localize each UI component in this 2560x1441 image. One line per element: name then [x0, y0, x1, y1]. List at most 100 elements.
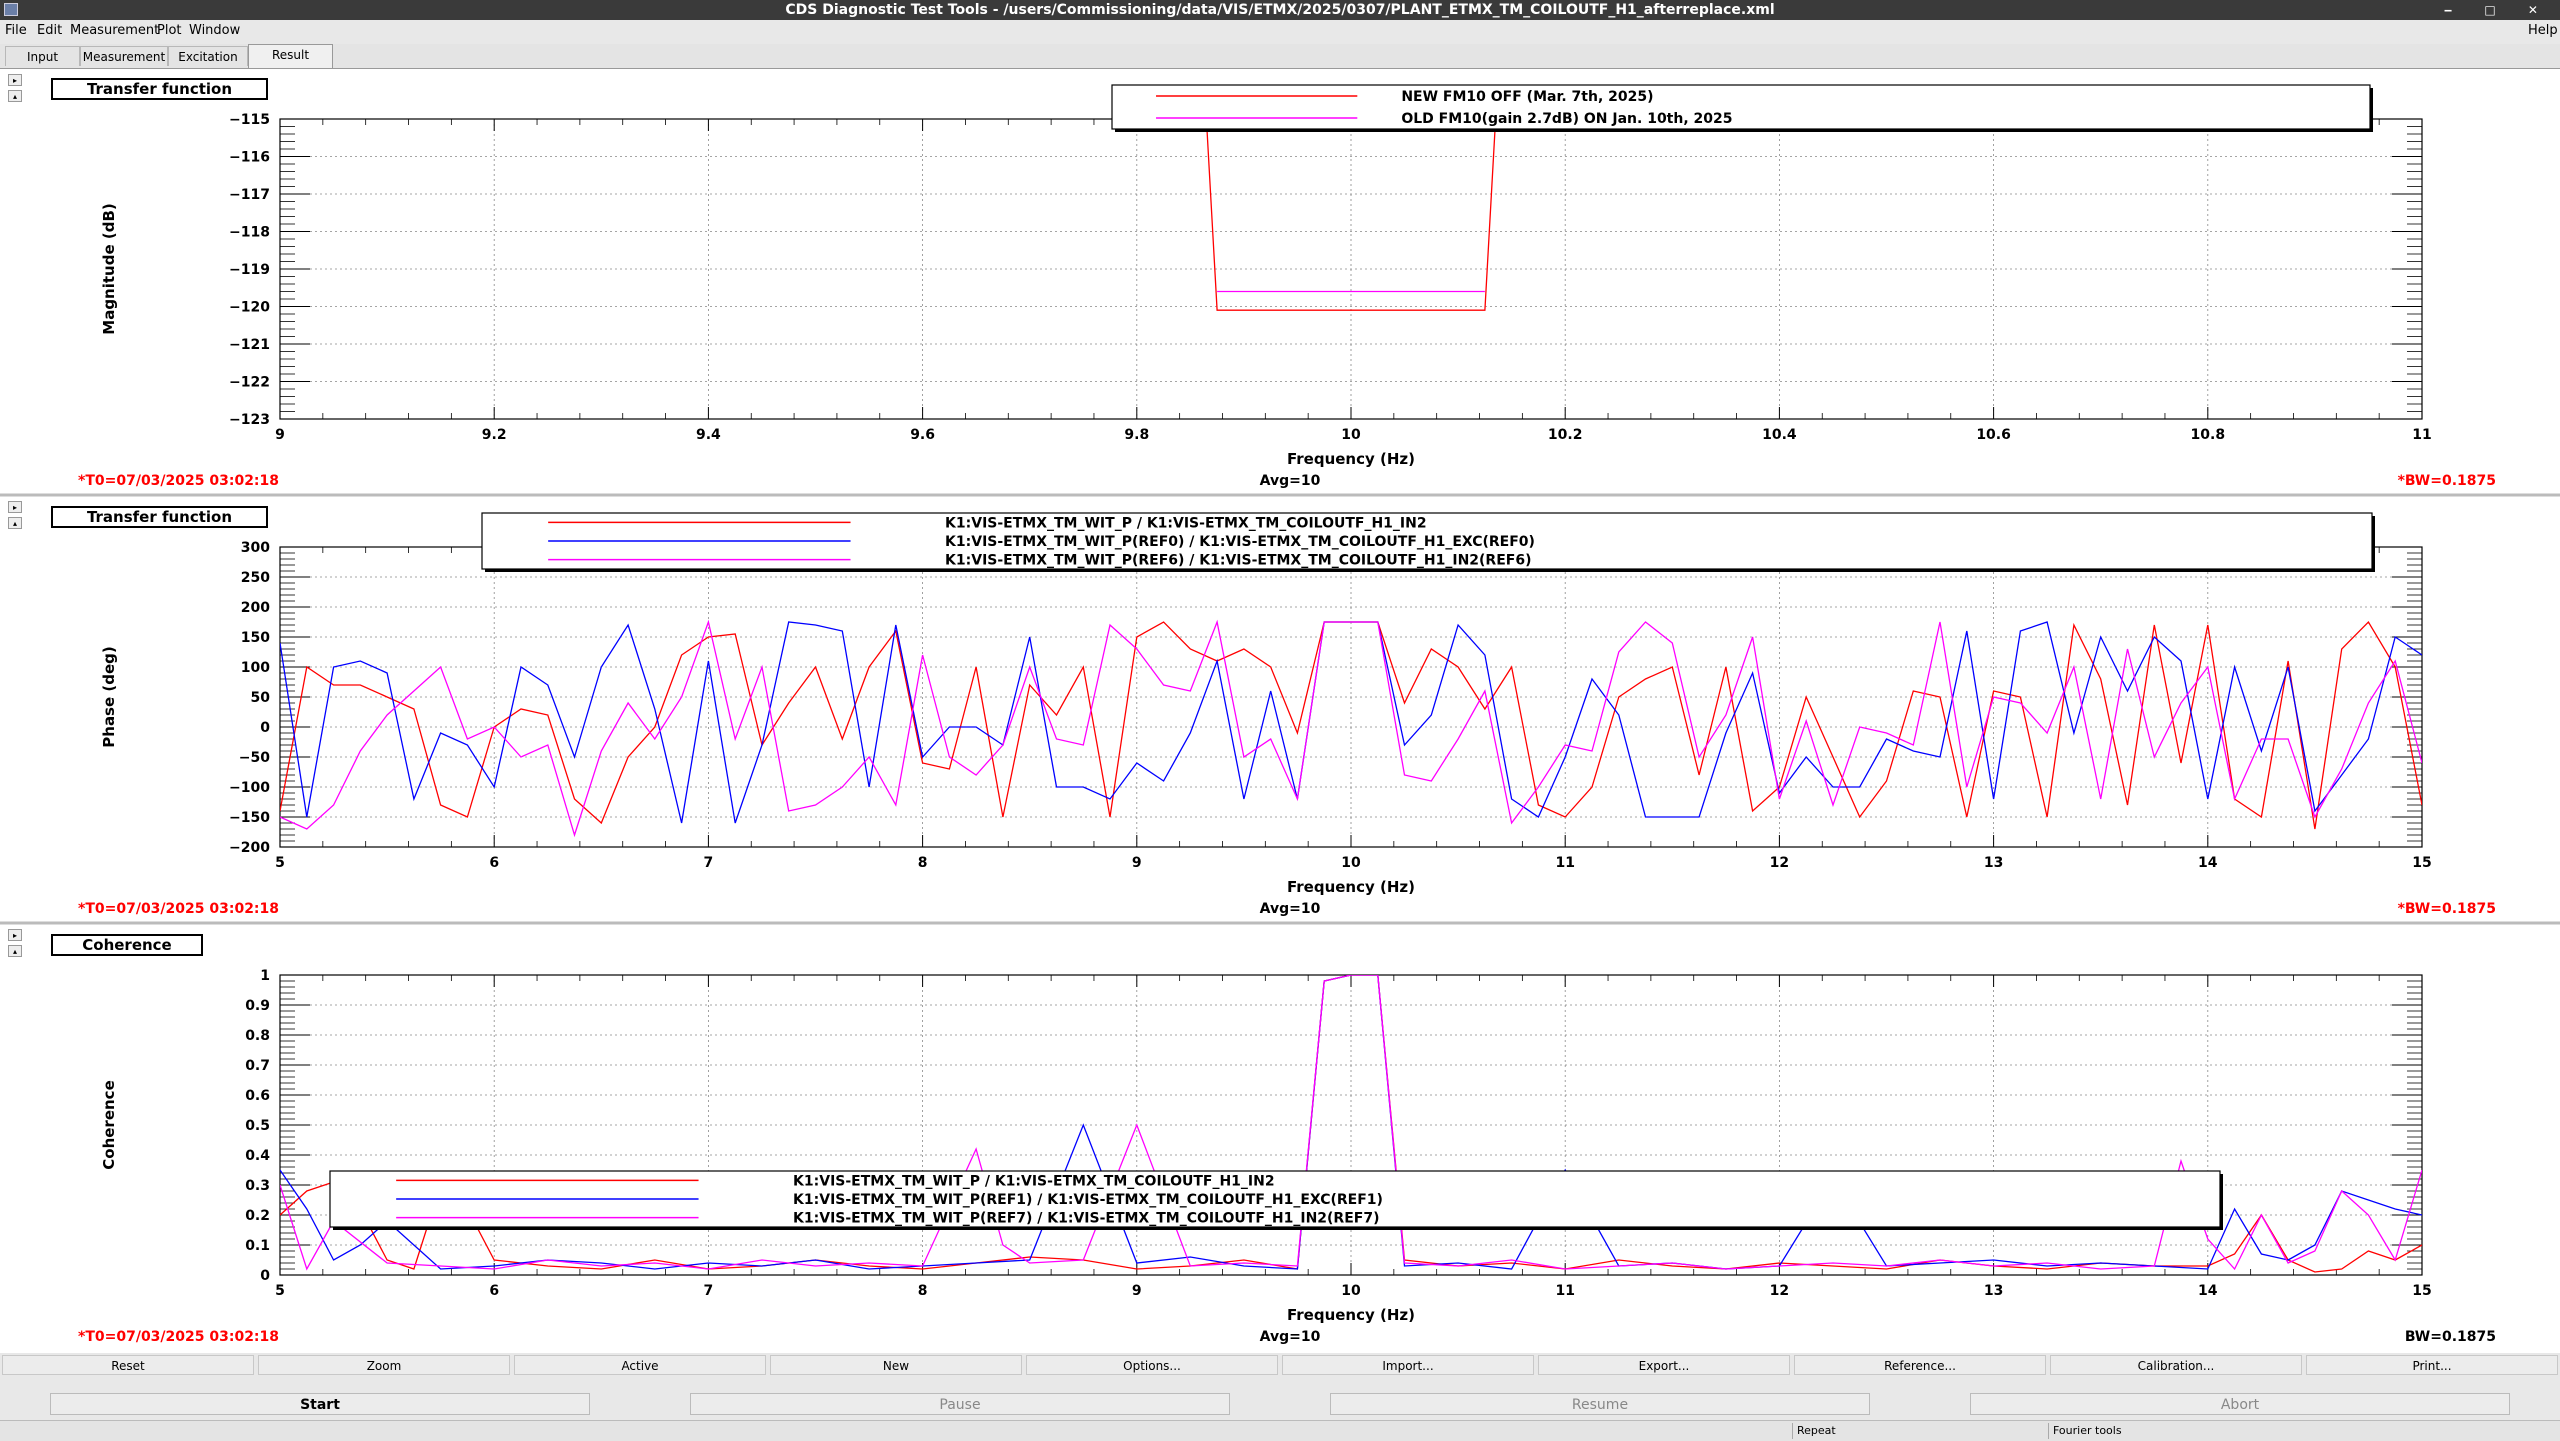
bw-label: BW=0.1875: [2405, 1329, 2496, 1345]
resume-button[interactable]: Resume: [1330, 1393, 1870, 1415]
y-tick-label: 1: [260, 968, 270, 984]
y-tick-label: −122: [229, 375, 270, 391]
tab-input[interactable]: Input: [5, 46, 80, 66]
tab-result[interactable]: Result: [248, 44, 333, 68]
x-tick-label: 9.6: [910, 427, 935, 443]
menu-help[interactable]: Help: [2528, 23, 2558, 38]
print-button[interactable]: Print...: [2306, 1355, 2558, 1375]
menu-plot[interactable]: Plot: [157, 23, 182, 38]
y-tick-label: 0: [260, 1268, 270, 1284]
legend-label: K1:VIS-ETMX_TM_WIT_P(REF7) / K1:VIS-ETMX…: [793, 1211, 1379, 1227]
t0-label: *T0=07/03/2025 03:02:18: [78, 901, 279, 917]
y-tick-label: 200: [241, 600, 270, 616]
panel-title: Coherence: [82, 936, 171, 954]
panel-title: Transfer function: [87, 80, 232, 98]
menu-bar: File Edit Measurement Plot Window Help: [0, 20, 2560, 42]
y-tick-label: −200: [229, 840, 270, 856]
y-tick-label: 0.6: [245, 1088, 270, 1104]
x-tick-label: 10: [1341, 855, 1361, 871]
x-axis-label: Frequency (Hz): [1287, 878, 1415, 896]
x-tick-label: 11: [1555, 855, 1574, 871]
x-tick-label: 8: [918, 855, 928, 871]
x-tick-label: 12: [1770, 1283, 1789, 1299]
menu-file[interactable]: File: [5, 23, 27, 38]
zoom-button[interactable]: Zoom: [258, 1355, 510, 1375]
y-tick-label: −123: [229, 412, 270, 428]
x-tick-label: 9: [1132, 1283, 1142, 1299]
window-controls[interactable]: ‒ □ ✕: [2444, 0, 2552, 20]
t0-label: *T0=07/03/2025 03:02:18: [78, 1329, 279, 1345]
menu-measurement[interactable]: Measurement: [70, 23, 159, 38]
y-tick-label: −116: [229, 150, 270, 166]
legend[interactable]: NEW FM10 OFF (Mar. 7th, 2025) OLD FM10(ga…: [1111, 84, 2373, 132]
y-tick-label: 0: [260, 720, 270, 736]
menu-edit[interactable]: Edit: [37, 23, 62, 38]
x-tick-label: 10.6: [1976, 427, 2011, 443]
x-tick-label: 10.4: [1762, 427, 1797, 443]
panel-3-title-box[interactable]: Coherence: [51, 934, 203, 956]
x-tick-label: 6: [489, 1283, 499, 1299]
x-tick-label: 9.2: [482, 427, 507, 443]
y-tick-label: 150: [241, 630, 270, 646]
menu-window[interactable]: Window: [189, 23, 240, 38]
export-button[interactable]: Export...: [1538, 1355, 1790, 1375]
legend[interactable]: K1:VIS-ETMX_TM_WIT_P / K1:VIS-ETMX_TM_CO…: [329, 1170, 2223, 1230]
y-tick-label: −50: [239, 750, 270, 766]
t0-label: *T0=07/03/2025 03:02:18: [78, 473, 279, 489]
calibration-button[interactable]: Calibration...: [2050, 1355, 2302, 1375]
new-button[interactable]: New: [770, 1355, 1022, 1375]
y-tick-label: 0.9: [245, 998, 270, 1014]
active-button[interactable]: Active: [514, 1355, 766, 1375]
y-tick-label: 0.5: [245, 1118, 270, 1134]
panel-title: Transfer function: [87, 508, 232, 526]
reset-button[interactable]: Reset: [2, 1355, 254, 1375]
x-tick-label: 9: [275, 427, 285, 443]
pause-button[interactable]: Pause: [690, 1393, 1230, 1415]
abort-button[interactable]: Abort: [1970, 1393, 2510, 1415]
start-button[interactable]: Start: [50, 1393, 590, 1415]
x-axis-label: Frequency (Hz): [1287, 1306, 1415, 1324]
panel-1[interactable]: Transfer function 9 9.2 9.4 9.6 9.8 10 10.2 10.4…: [0, 78, 2560, 497]
bw-label: *BW=0.1875: [2398, 473, 2496, 489]
tab-measurement[interactable]: Measurement: [80, 46, 168, 66]
tab-excitation[interactable]: Excitation: [168, 46, 248, 66]
avg-label: Avg=10: [1260, 473, 1321, 489]
panel-1-title-box[interactable]: Transfer function: [51, 78, 268, 100]
avg-label: Avg=10: [1260, 901, 1321, 917]
x-tick-label: 10.8: [2191, 427, 2226, 443]
y-tick-label: −117: [229, 187, 270, 203]
x-tick-label: 13: [1984, 855, 2003, 871]
y-tick-label: 0.1: [245, 1238, 270, 1254]
y-tick-label: −118: [229, 225, 270, 241]
status-repeat: Repeat: [1792, 1423, 2052, 1439]
legend-label: OLD FM10(gain 2.7dB) ON Jan. 10th, 2025: [1401, 111, 1732, 127]
panel-2-title-box[interactable]: Transfer function: [51, 506, 268, 528]
x-tick-label: 13: [1984, 1283, 2003, 1299]
reference-button[interactable]: Reference...: [1794, 1355, 2046, 1375]
status-fourier-tools: Fourier tools: [2048, 1423, 2308, 1439]
legend-label: NEW FM10 OFF (Mar. 7th, 2025): [1401, 89, 1653, 105]
bw-label: *BW=0.1875: [2398, 901, 2496, 917]
y-tick-label: 0.8: [245, 1028, 270, 1044]
y-tick-label: 250: [241, 570, 270, 586]
x-tick-label: 8: [918, 1283, 928, 1299]
x-tick-label: 10: [1341, 427, 1361, 443]
legend-label: K1:VIS-ETMX_TM_WIT_P / K1:VIS-ETMX_TM_CO…: [793, 1173, 1275, 1189]
panel-3[interactable]: Coherence 5 6 7 8 9 10 11 12 13 14 15 0 0.1 0.2 0.3 0.4 0…: [51, 934, 2496, 1345]
x-tick-label: 9.8: [1124, 427, 1149, 443]
x-tick-label: 10.2: [1548, 427, 1583, 443]
options-button[interactable]: Options...: [1026, 1355, 1278, 1375]
plots-canvas[interactable]: Transfer function9 9.2 9.4 9.6 9.8 10 10.2 10.4…: [0, 69, 2560, 1354]
window-icon: [4, 3, 18, 16]
y-tick-label: −150: [229, 810, 270, 826]
panel-2[interactable]: Transfer function 5 6 7 8 9 10 11 12 13 14 15 −200 −1…: [0, 506, 2560, 925]
y-tick-label: 0.2: [245, 1208, 270, 1224]
import-button[interactable]: Import...: [1282, 1355, 1534, 1375]
status-bar: Repeat Fourier tools: [0, 1420, 2560, 1441]
x-tick-label: 14: [2198, 855, 2218, 871]
y-tick-label: 0.3: [245, 1178, 270, 1194]
y-tick-label: −119: [229, 262, 270, 278]
y-axis-label: Coherence: [100, 1080, 118, 1169]
legend[interactable]: K1:VIS-ETMX_TM_WIT_P / K1:VIS-ETMX_TM_CO…: [481, 512, 2375, 572]
y-tick-label: −121: [229, 337, 270, 353]
